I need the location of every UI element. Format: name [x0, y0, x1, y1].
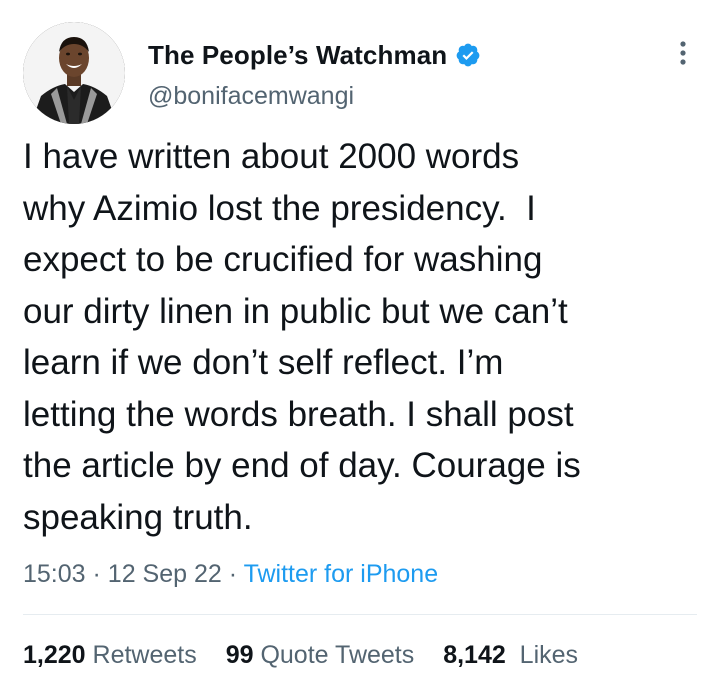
- tweet-source-link[interactable]: Twitter for iPhone: [244, 560, 439, 588]
- author-handle[interactable]: @bonifacemwangi: [148, 82, 354, 111]
- retweets-label: Retweets: [92, 641, 197, 669]
- author-display-name[interactable]: The People’s Watchman: [148, 40, 447, 71]
- retweets-count: 1,220: [23, 641, 86, 669]
- quote-tweets-stat[interactable]: 99 Quote Tweets: [226, 641, 415, 669]
- likes-label: Likes: [519, 641, 579, 669]
- tweet-stats: 1,220 Retweets 99 Quote Tweets 8,142 Lik…: [23, 641, 600, 670]
- author-name-row[interactable]: The People’s Watchman: [148, 38, 481, 72]
- quote-tweets-label: Quote Tweets: [260, 641, 415, 669]
- tweet-meta: 15:03 · 12 Sep 22 · Twitter for iPhone: [23, 560, 438, 589]
- meta-separator: ·: [228, 560, 238, 588]
- avatar[interactable]: [23, 22, 125, 124]
- likes-stat[interactable]: 8,142 Likes: [443, 641, 578, 669]
- tweet-card: The People’s Watchman @bonifacemwangi I …: [0, 0, 720, 693]
- verified-badge-icon: [455, 42, 481, 68]
- tweet-text: I have written about 2000 words why Azim…: [23, 137, 581, 537]
- profile-photo: [23, 22, 125, 124]
- quote-tweets-count: 99: [225, 641, 254, 669]
- tweet-date[interactable]: 12 Sep 22: [108, 560, 222, 588]
- meta-separator: ·: [92, 560, 101, 588]
- divider: [23, 614, 697, 615]
- likes-count: 8,142: [443, 641, 506, 669]
- more-options-icon[interactable]: [671, 38, 695, 68]
- retweets-stat[interactable]: 1,220 Retweets: [23, 641, 197, 669]
- tweet-time[interactable]: 15:03: [23, 560, 86, 588]
